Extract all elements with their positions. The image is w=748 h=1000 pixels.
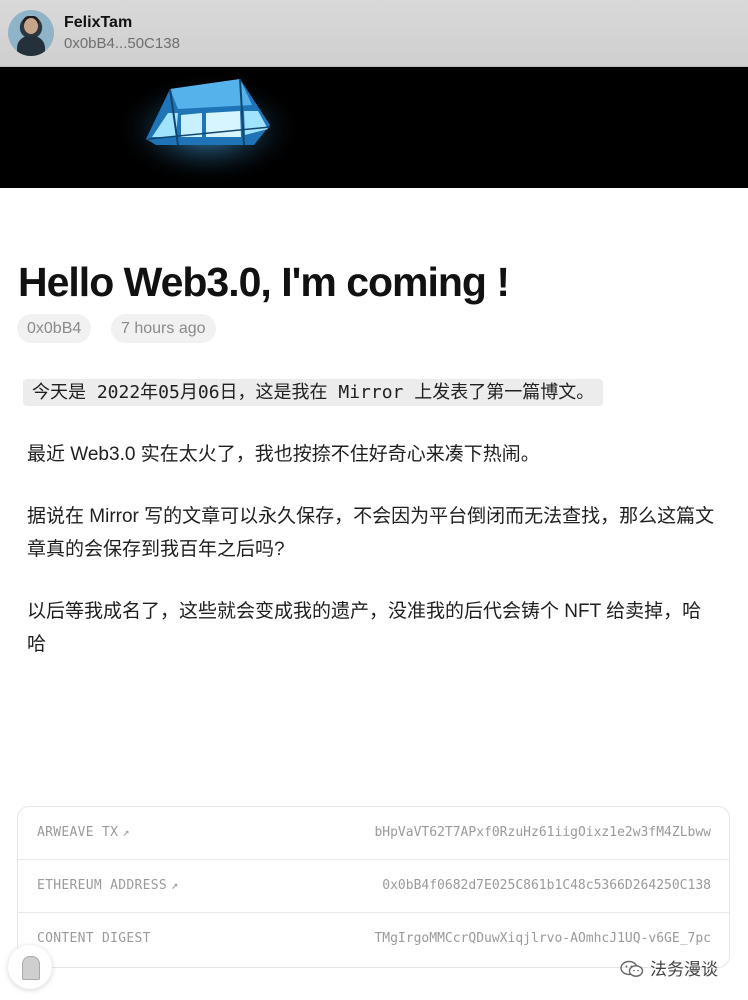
- author-pill[interactable]: 0x0bB4: [17, 314, 92, 343]
- inline-code-highlight: 今天是 2022年05月06日，这是我在 Mirror 上发表了第一篇博文。: [23, 379, 604, 406]
- cover-image: [0, 67, 748, 188]
- username[interactable]: FelixTam: [64, 14, 132, 32]
- post-paragraph-3: 据说在 Mirror 写的文章可以永久保存，不会因为平台倒闭而无法查找，那么这篇…: [27, 506, 715, 560]
- post-paragraph-4: 以后等我成名了，这些就会变成我的遗产，没准我的后代会铸个 NFT 给卖掉，哈哈: [27, 601, 702, 655]
- external-link-icon: ↗: [122, 825, 130, 839]
- avatar-body: [17, 36, 45, 56]
- post-paragraph-2: 最近 Web3.0 实在太火了，我也按捺不住好奇心来凑下热闹。: [27, 444, 540, 465]
- meta-key-label: ETHEREUM ADDRESS: [37, 878, 168, 893]
- meta-key: ETHEREUM ADDRESS ↗: [37, 878, 179, 893]
- avatar[interactable]: [8, 10, 54, 56]
- wechat-icon: [620, 960, 644, 977]
- post-title: Hello Web3.0, I'm coming !: [18, 259, 510, 306]
- meta-row-ethereum[interactable]: ETHEREUM ADDRESS ↗ 0x0bB4f0682d7E025C861b…: [18, 860, 729, 913]
- verification-card: ARWEAVE TX ↗ bHpVaVT62T7APxf0RzuHz61iigOi…: [17, 806, 730, 968]
- float-action-button[interactable]: [8, 945, 52, 989]
- timestamp-pill: 7 hours ago: [111, 314, 216, 343]
- tent-night-icon: [113, 73, 303, 185]
- post-paragraph-1: 今天是 2022年05月06日，这是我在 Mirror 上发表了第一篇博文。: [23, 376, 717, 409]
- watermark: 法务漫谈: [620, 955, 718, 980]
- meta-key-label: ARWEAVE TX: [37, 825, 119, 840]
- meta-key-label: CONTENT DIGEST: [37, 931, 151, 946]
- watermark-text: 法务漫谈: [650, 960, 718, 979]
- meta-value: TMgIrgoMMCcrQDuwXiqjlrvo-AOmhcJ1UQ-v6GE_…: [374, 931, 711, 946]
- bookmark-icon: [22, 956, 40, 980]
- meta-key: ARWEAVE TX ↗: [37, 825, 130, 840]
- meta-value: 0x0bB4f0682d7E025C861b1C48c5366D264250C1…: [382, 878, 711, 893]
- meta-key: CONTENT DIGEST: [37, 931, 151, 946]
- top-bar: FelixTam 0x0bB4...50C138: [0, 0, 748, 67]
- external-link-icon: ↗: [171, 878, 179, 892]
- meta-value: bHpVaVT62T7APxf0RzuHz61iigOixz1e2w3fM4ZL…: [374, 825, 711, 840]
- wallet-address-short[interactable]: 0x0bB4...50C138: [64, 35, 180, 52]
- meta-row-arweave[interactable]: ARWEAVE TX ↗ bHpVaVT62T7APxf0RzuHz61iigOi…: [18, 807, 729, 860]
- avatar-head: [24, 18, 38, 34]
